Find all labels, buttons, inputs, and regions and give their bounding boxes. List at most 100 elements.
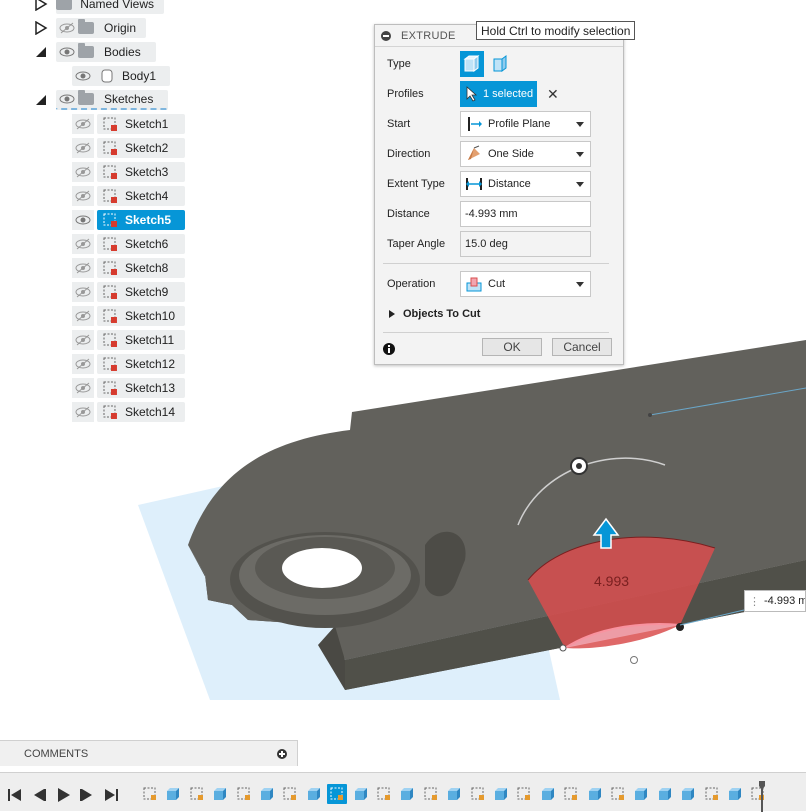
add-comment-icon[interactable]: [277, 749, 287, 759]
tree-node-sketch4[interactable]: Sketch4: [97, 186, 185, 206]
tree-node-sketch5[interactable]: Sketch5: [97, 210, 185, 230]
timeline-sketch-icon[interactable]: [468, 784, 488, 804]
sketch-row: Sketch14: [72, 402, 185, 422]
step-forward-icon[interactable]: [78, 787, 96, 803]
collapse-icon[interactable]: [381, 30, 391, 41]
timeline-extrude-icon[interactable]: [655, 784, 675, 804]
play-icon[interactable]: [54, 787, 72, 803]
extrude-dialog: EXTRUDE Type Profiles 1 selected ✕ Start…: [374, 24, 624, 365]
eye-hidden-icon[interactable]: [56, 18, 78, 38]
tree-node-sketches[interactable]: Sketches: [56, 90, 168, 110]
collapse-triangle-icon[interactable]: [34, 45, 48, 59]
tree-node-sketch6[interactable]: Sketch6: [97, 234, 185, 254]
eye-icon[interactable]: [72, 210, 94, 230]
clear-selection-icon[interactable]: ✕: [547, 86, 559, 103]
tree-node-sketch14[interactable]: Sketch14: [97, 402, 185, 422]
extent-dropdown[interactable]: Distance: [460, 171, 591, 197]
timeline-extrude-icon[interactable]: [397, 784, 417, 804]
tree-node-origin[interactable]: Origin: [56, 18, 146, 38]
timeline-extrude-icon[interactable]: [444, 784, 464, 804]
expand-triangle-icon[interactable]: [34, 0, 48, 11]
profiles-select-button[interactable]: 1 selected: [460, 81, 537, 107]
operation-label: Operation: [387, 278, 436, 290]
eye-icon[interactable]: [56, 42, 78, 62]
timeline-extrude-icon[interactable]: [491, 784, 511, 804]
timeline-sketch-icon[interactable]: [187, 784, 207, 804]
timeline-extrude-icon[interactable]: [351, 784, 371, 804]
timeline-sketch-icon[interactable]: [374, 784, 394, 804]
tree-node-body1[interactable]: Body1: [72, 66, 170, 86]
timeline-sketch-icon[interactable]: [702, 784, 722, 804]
expand-triangle-icon[interactable]: [387, 309, 397, 319]
taper-angle-input[interactable]: 15.0 deg: [460, 231, 591, 257]
eye-icon[interactable]: [72, 66, 94, 86]
timeline-extrude-icon[interactable]: [304, 784, 324, 804]
tree-node-sketch2[interactable]: Sketch2: [97, 138, 185, 158]
timeline-sketch-icon[interactable]: [140, 784, 160, 804]
tree-node-bodies[interactable]: Bodies: [56, 42, 156, 62]
timeline-extrude-icon[interactable]: [725, 784, 745, 804]
direction-value: One Side: [488, 148, 534, 160]
tree-node-sketch1[interactable]: Sketch1: [97, 114, 185, 134]
direction-dropdown[interactable]: One Side: [460, 141, 591, 167]
tree-node-sketch11[interactable]: Sketch11: [97, 330, 185, 350]
canvas-viewport[interactable]: 4.993 Named Views Origin Bodies Body1 Sk…: [0, 0, 806, 740]
timeline-extrude-icon[interactable]: [631, 784, 651, 804]
distance-manipulator-input[interactable]: ⋮ -4.993 mm: [744, 590, 806, 612]
eye-hidden-icon[interactable]: [72, 186, 94, 206]
type-solid-button[interactable]: [460, 51, 484, 77]
timeline-marker-icon[interactable]: [759, 781, 765, 812]
timeline-sketch-icon[interactable]: [421, 784, 441, 804]
timeline-extrude-icon[interactable]: [585, 784, 605, 804]
sketch-icon: [103, 141, 117, 155]
step-back-icon[interactable]: [30, 787, 48, 803]
timeline-extrude-icon[interactable]: [257, 784, 277, 804]
operation-dropdown[interactable]: Cut: [460, 271, 591, 297]
type-thin-button[interactable]: [488, 51, 512, 77]
timeline-extrude-icon[interactable]: [163, 784, 183, 804]
tree-node-sketch12[interactable]: Sketch12: [97, 354, 185, 374]
eye-hidden-icon[interactable]: [72, 330, 94, 350]
eye-hidden-icon[interactable]: [72, 402, 94, 422]
go-to-start-icon[interactable]: [6, 787, 24, 803]
row-objects-to-cut[interactable]: Objects To Cut: [387, 301, 613, 327]
eye-hidden-icon[interactable]: [72, 114, 94, 134]
cancel-button[interactable]: Cancel: [552, 338, 612, 356]
timeline-sketch-icon[interactable]: [514, 784, 534, 804]
tree-node-sketch13[interactable]: Sketch13: [97, 378, 185, 398]
collapse-triangle-icon[interactable]: [34, 93, 48, 107]
tree-node-sketch8[interactable]: Sketch8: [97, 258, 185, 278]
drag-handle-icon[interactable]: ⋮: [749, 595, 760, 608]
eye-hidden-icon[interactable]: [72, 378, 94, 398]
tree-node-sketch9[interactable]: Sketch9: [97, 282, 185, 302]
timeline-sketch-icon[interactable]: [608, 784, 628, 804]
start-dropdown[interactable]: Profile Plane: [460, 111, 591, 137]
eye-hidden-icon[interactable]: [72, 354, 94, 374]
distance-icon: [466, 178, 482, 190]
timeline-sketch-icon[interactable]: [561, 784, 581, 804]
timeline-sketch-icon[interactable]: [280, 784, 300, 804]
eye-hidden-icon[interactable]: [72, 258, 94, 278]
timeline-sketch-icon[interactable]: [327, 784, 348, 804]
eye-hidden-icon[interactable]: [72, 306, 94, 326]
eye-hidden-icon[interactable]: [72, 282, 94, 302]
info-icon[interactable]: [382, 342, 396, 356]
eye-icon[interactable]: [56, 89, 78, 109]
timeline-sketch-icon[interactable]: [234, 784, 254, 804]
eye-hidden-icon[interactable]: [72, 138, 94, 158]
profiles-value: 1 selected: [483, 88, 534, 100]
expand-triangle-icon[interactable]: [34, 21, 48, 35]
timeline-extrude-icon[interactable]: [678, 784, 698, 804]
timeline-extrude-icon[interactable]: [538, 784, 558, 804]
comments-panel[interactable]: COMMENTS: [0, 740, 298, 766]
eye-hidden-icon[interactable]: [72, 162, 94, 182]
timeline-extrude-icon[interactable]: [210, 784, 230, 804]
go-to-end-icon[interactable]: [102, 787, 120, 803]
tree-node-named-views[interactable]: Named Views: [56, 0, 164, 14]
tree-node-sketch10[interactable]: Sketch10: [97, 306, 185, 326]
eye-hidden-icon[interactable]: [72, 234, 94, 254]
tree-node-sketch3[interactable]: Sketch3: [97, 162, 185, 182]
distance-input[interactable]: -4.993 mm: [460, 201, 591, 227]
ok-button[interactable]: OK: [482, 338, 542, 356]
sketch-icon: [103, 381, 117, 395]
